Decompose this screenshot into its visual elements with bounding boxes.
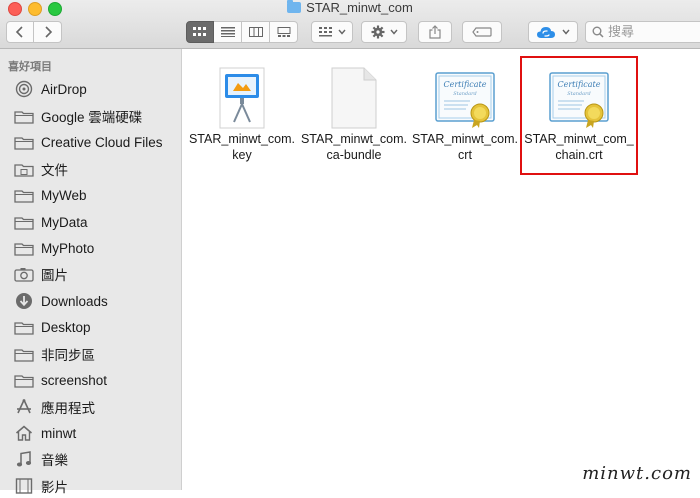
- share-icon: [429, 25, 441, 39]
- column-view-button[interactable]: [242, 21, 270, 43]
- group-by-button[interactable]: [311, 21, 353, 43]
- window-title-text: STAR_minwt_com: [306, 0, 413, 15]
- certificate-title: Certificate: [444, 80, 487, 89]
- chevron-right-icon: [44, 26, 52, 38]
- sidebar-item-label: MyPhoto: [41, 240, 95, 256]
- sidebar-item-label: 非同步區: [41, 348, 95, 363]
- file-name: STAR_minwt_com.ca-bundle: [300, 132, 408, 162]
- view-mode-control: [186, 21, 298, 43]
- sidebar-item-label: AirDrop: [41, 81, 87, 97]
- document-icon: [14, 160, 34, 178]
- sidebar-item-label: Desktop: [41, 319, 91, 335]
- sidebar-item-myphoto[interactable]: MyPhoto: [14, 236, 94, 260]
- action-button[interactable]: [361, 21, 407, 43]
- chevron-down-icon: [389, 29, 398, 35]
- gallery-icon: [277, 27, 290, 37]
- download-icon: [14, 292, 34, 310]
- music-icon: [14, 450, 34, 468]
- list-icon: [220, 27, 235, 37]
- applications-icon: [14, 398, 34, 416]
- sidebar-item-home[interactable]: minwt: [14, 421, 76, 445]
- sidebar-item-downloads[interactable]: Downloads: [14, 289, 108, 313]
- airdrop-icon: [14, 80, 34, 98]
- sidebar-item-screenshot[interactable]: screenshot: [14, 368, 107, 392]
- icon-view-button[interactable]: [186, 21, 214, 43]
- back-button[interactable]: [6, 21, 34, 43]
- sidebar-item-label: 應用程式: [41, 401, 95, 416]
- chevron-down-icon: [562, 29, 570, 35]
- sidebar-item-desktop[interactable]: Desktop: [14, 315, 91, 339]
- sidebar-item-label: MyWeb: [41, 187, 87, 203]
- folder-icon: [14, 107, 34, 125]
- sidebar-item-label: screenshot: [41, 372, 108, 388]
- gallery-view-button[interactable]: [270, 21, 298, 43]
- folder-icon: [14, 133, 34, 151]
- list-view-button[interactable]: [214, 21, 242, 43]
- search-placeholder: 搜尋: [608, 24, 635, 39]
- sidebar-item-label: Downloads: [41, 293, 108, 309]
- certificate-subtitle: Standard: [453, 91, 476, 97]
- grid-icon: [193, 27, 206, 36]
- forward-button[interactable]: [34, 21, 62, 43]
- certificate-icon: Certificate Standard: [435, 72, 495, 128]
- folder-icon: [14, 345, 34, 363]
- sidebar-item-documents[interactable]: 文件: [14, 157, 68, 181]
- search-field[interactable]: 搜尋: [585, 21, 700, 43]
- sidebar-item-label: Creative Cloud Files: [41, 134, 163, 150]
- sidebar-item-label: 文件: [41, 163, 68, 178]
- camera-icon: [14, 265, 34, 283]
- highlight-box: [520, 56, 638, 175]
- search-icon: [592, 26, 604, 38]
- sidebar-item-async[interactable]: 非同步區: [14, 342, 95, 366]
- columns-icon: [248, 27, 263, 37]
- file-item[interactable]: STAR_minwt_com.ca-bundle: [299, 59, 409, 163]
- sidebar-item-label: Google 雲端硬碟: [41, 110, 143, 125]
- sidebar-item-movies[interactable]: 影片: [14, 474, 68, 498]
- share-button[interactable]: [418, 21, 452, 43]
- sidebar-item-mydata[interactable]: MyData: [14, 210, 88, 234]
- cloud-sync-button[interactable]: [528, 21, 578, 43]
- chevron-left-icon: [15, 26, 23, 38]
- blank-document-icon: [331, 67, 377, 129]
- home-icon: [14, 424, 34, 442]
- nav-buttons: [6, 21, 62, 43]
- tag-icon: [472, 27, 492, 37]
- sidebar-item-label: 音樂: [41, 453, 68, 468]
- folder-icon: [14, 371, 34, 389]
- sidebar-item-creative-cloud[interactable]: Creative Cloud Files: [14, 130, 163, 154]
- file-name: STAR_minwt_com.crt: [411, 132, 519, 162]
- folder-icon: [14, 239, 34, 257]
- cloud-sync-icon: [537, 27, 555, 38]
- folder-icon: [14, 318, 34, 336]
- file-browser-content: STAR_minwt_com.key STAR_minwt_com.ca-bun…: [182, 49, 700, 490]
- folder-icon: [287, 0, 302, 13]
- window-title: STAR_minwt_com: [0, 0, 700, 16]
- sidebar-item-myweb[interactable]: MyWeb: [14, 183, 87, 207]
- file-item[interactable]: STAR_minwt_com.key: [187, 59, 297, 163]
- folder-icon: [14, 186, 34, 204]
- sidebar: 喜好項目 AirDrop Google 雲端硬碟 Creative Cloud …: [0, 49, 182, 495]
- gear-icon: [371, 25, 384, 39]
- sidebar-item-airdrop[interactable]: AirDrop: [14, 77, 87, 101]
- sidebar-item-pictures[interactable]: 圖片: [14, 262, 68, 286]
- sidebar-item-label: 影片: [41, 480, 68, 495]
- tags-button[interactable]: [462, 21, 502, 43]
- group-icon: [318, 27, 332, 37]
- sidebar-item-label: MyData: [41, 214, 88, 230]
- sidebar-heading: 喜好項目: [8, 61, 52, 73]
- sidebar-item-applications[interactable]: 應用程式: [14, 395, 95, 419]
- window-toolbar: STAR_minwt_com 搜尋: [0, 0, 700, 49]
- sidebar-item-label: minwt: [41, 425, 77, 441]
- folder-icon: [14, 213, 34, 231]
- film-icon: [14, 477, 34, 495]
- sidebar-item-label: 圖片: [41, 268, 68, 283]
- watermark: minwt.com: [582, 463, 692, 484]
- file-name: STAR_minwt_com.key: [188, 132, 296, 162]
- file-item[interactable]: Certificate Standard STAR_minwt_com.crt: [410, 59, 520, 163]
- keynote-icon: [219, 67, 265, 129]
- sidebar-item-music[interactable]: 音樂: [14, 447, 68, 471]
- chevron-down-icon: [337, 29, 346, 35]
- sidebar-item-google-drive[interactable]: Google 雲端硬碟: [14, 104, 142, 128]
